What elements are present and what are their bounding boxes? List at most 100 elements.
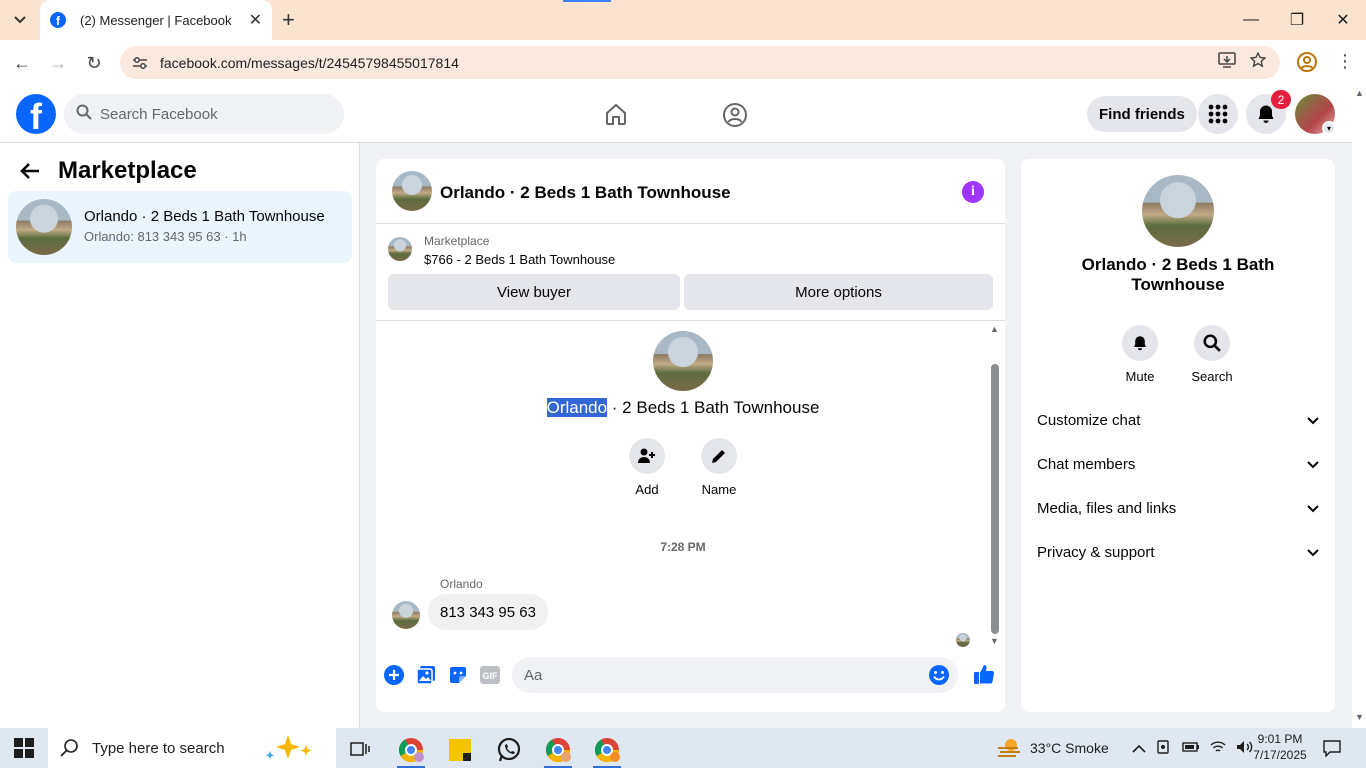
home-icon[interactable] bbox=[604, 102, 628, 131]
taskbar-search[interactable]: Type here to search bbox=[48, 728, 336, 768]
search-label: Search bbox=[1191, 369, 1233, 384]
scroll-down-icon[interactable]: ▼ bbox=[1355, 712, 1364, 722]
name-action[interactable]: Name bbox=[689, 438, 749, 497]
scroll-up-icon[interactable]: ▲ bbox=[1355, 88, 1364, 98]
grid-icon bbox=[1208, 104, 1228, 124]
find-friends-button[interactable]: Find friends bbox=[1087, 96, 1197, 132]
listing-title[interactable]: $766 - 2 Beds 1 Bath Townhouse bbox=[424, 252, 615, 267]
search-icon bbox=[76, 104, 92, 125]
close-window-button[interactable]: ✕ bbox=[1320, 0, 1366, 40]
attach-photo-icon[interactable] bbox=[415, 664, 437, 686]
weather-widget[interactable]: 33°C Smoke bbox=[996, 728, 1109, 768]
back-button[interactable]: ← bbox=[10, 51, 34, 75]
tab-close-icon[interactable]: ✕ bbox=[249, 10, 262, 30]
chat-members-section[interactable]: Chat members bbox=[1037, 446, 1319, 482]
system-tray bbox=[1132, 728, 1254, 768]
install-app-icon[interactable] bbox=[1218, 52, 1236, 73]
sticky-notes-app-icon[interactable] bbox=[438, 732, 482, 768]
clock-time: 9:01 PM bbox=[1257, 732, 1303, 746]
conversation-name: Orlando · 2 Beds 1 Bath Townhouse bbox=[84, 208, 325, 225]
new-tab-button[interactable]: + bbox=[282, 8, 295, 32]
customize-chat-section[interactable]: Customize chat bbox=[1037, 402, 1319, 438]
chat-scroll-thumb[interactable] bbox=[991, 364, 999, 634]
section-label: Customize chat bbox=[1037, 411, 1141, 429]
add-label: Add bbox=[635, 482, 659, 497]
conversation-item[interactable]: Orlando · 2 Beds 1 Bath Townhouse Orland… bbox=[8, 191, 352, 263]
forward-button[interactable]: → bbox=[46, 51, 70, 75]
scroll-down-icon[interactable]: ▼ bbox=[990, 636, 999, 646]
back-arrow-icon[interactable] bbox=[20, 162, 40, 180]
facebook-header: f Find friends 2 ▾ bbox=[0, 86, 1352, 143]
message-input-field[interactable] bbox=[512, 657, 958, 693]
restore-button[interactable]: ❐ bbox=[1274, 0, 1320, 40]
chat-info-panel: Orlando · 2 Beds 1 Bath Townhouse Mute S… bbox=[1021, 159, 1335, 712]
gif-icon[interactable]: GIF bbox=[479, 664, 501, 686]
meet-now-icon[interactable] bbox=[1156, 739, 1172, 758]
listing-small-thumbnail bbox=[388, 237, 412, 261]
chrome-second-profile-app-icon[interactable] bbox=[585, 732, 629, 768]
chrome-app-icon[interactable] bbox=[389, 732, 433, 768]
info-title: Orlando · 2 Beds 1 Bath Townhouse bbox=[1081, 255, 1275, 294]
account-caret-icon[interactable]: ▾ bbox=[1322, 121, 1336, 135]
battery-icon[interactable] bbox=[1182, 740, 1200, 756]
taskbar-clock[interactable]: 9:01 PM 7/17/2025 bbox=[1248, 731, 1312, 763]
address-bar[interactable]: facebook.com/messages/t/2454579845501781… bbox=[120, 46, 1280, 79]
message-composer: GIF bbox=[376, 652, 1005, 712]
thumbs-up-icon[interactable] bbox=[972, 662, 996, 686]
media-files-links-section[interactable]: Media, files and links bbox=[1037, 490, 1319, 526]
reload-button[interactable]: ↻ bbox=[82, 51, 106, 75]
wifi-icon[interactable] bbox=[1210, 740, 1226, 757]
chat-thumbnail[interactable] bbox=[392, 171, 432, 211]
browser-menu-icon[interactable]: ⋮ bbox=[1336, 51, 1354, 72]
emoji-icon[interactable] bbox=[928, 664, 950, 691]
sender-avatar[interactable] bbox=[392, 601, 420, 629]
groups-icon[interactable] bbox=[722, 102, 748, 133]
browser-profile-icon[interactable] bbox=[1296, 51, 1318, 78]
bookmark-star-icon[interactable] bbox=[1249, 51, 1267, 73]
notification-center-icon[interactable] bbox=[1322, 728, 1342, 768]
window-controls: — ❐ ✕ bbox=[1228, 0, 1366, 40]
tab-search-button[interactable] bbox=[8, 8, 32, 32]
page-scrollbar[interactable]: ▲ ▼ bbox=[1352, 86, 1366, 728]
privacy-support-section[interactable]: Privacy & support bbox=[1037, 534, 1319, 570]
intro-title-rest: · 2 Beds 1 Bath Townhouse bbox=[607, 398, 820, 417]
chat-title[interactable]: Orlando · 2 Beds 1 Bath Townhouse bbox=[440, 183, 731, 203]
view-buyer-button[interactable]: View buyer bbox=[388, 274, 680, 310]
search-action[interactable]: Search bbox=[1182, 325, 1242, 384]
sender-name: Orlando bbox=[440, 577, 483, 591]
seen-avatar bbox=[956, 633, 970, 647]
scroll-up-icon[interactable]: ▲ bbox=[990, 324, 999, 334]
chrome-profile-app-icon[interactable] bbox=[536, 732, 580, 768]
mute-action[interactable]: Mute bbox=[1110, 325, 1170, 384]
more-options-button[interactable]: More options bbox=[684, 274, 993, 310]
site-info-icon[interactable] bbox=[128, 56, 152, 70]
whatsapp-app-icon[interactable] bbox=[487, 732, 531, 768]
info-thumbnail[interactable] bbox=[1142, 175, 1214, 247]
marketplace-banner: Marketplace $766 - 2 Beds 1 Bath Townhou… bbox=[376, 225, 1005, 321]
facebook-search[interactable] bbox=[64, 94, 344, 134]
browser-tab-messenger[interactable]: f (2) Messenger | Facebook ✕ bbox=[40, 0, 272, 40]
tray-chevron-up-icon[interactable] bbox=[1132, 740, 1146, 756]
chevron-down-icon bbox=[1307, 456, 1319, 473]
info-icon[interactable]: i bbox=[962, 181, 984, 203]
weather-text: 33°C Smoke bbox=[1030, 740, 1109, 756]
windows-start-icon[interactable] bbox=[14, 738, 34, 758]
name-label: Name bbox=[701, 482, 737, 497]
tab-indicator bbox=[563, 0, 611, 2]
conversation-preview: Orlando: 813 343 95 63 · 1h bbox=[84, 229, 247, 244]
message-bubble[interactable]: 813 343 95 63 bbox=[428, 594, 548, 630]
marketplace-label: Marketplace bbox=[424, 234, 490, 248]
facebook-search-input[interactable] bbox=[100, 105, 320, 123]
message-input[interactable] bbox=[524, 666, 904, 684]
bell-icon bbox=[1134, 336, 1146, 351]
facebook-logo-icon[interactable]: f bbox=[16, 94, 56, 134]
add-people-action[interactable]: Add bbox=[617, 438, 677, 497]
message-list: Orlando · 2 Beds 1 Bath Townhouse Add Na… bbox=[376, 322, 1005, 652]
menu-grid-button[interactable] bbox=[1198, 94, 1238, 134]
clock-date: 7/17/2025 bbox=[1253, 748, 1307, 762]
sticker-icon[interactable] bbox=[447, 664, 469, 686]
chat-header: Orlando · 2 Beds 1 Bath Townhouse i bbox=[376, 159, 1005, 224]
more-actions-icon[interactable] bbox=[383, 664, 405, 686]
task-view-icon[interactable] bbox=[338, 732, 382, 768]
minimize-button[interactable]: — bbox=[1228, 0, 1274, 40]
